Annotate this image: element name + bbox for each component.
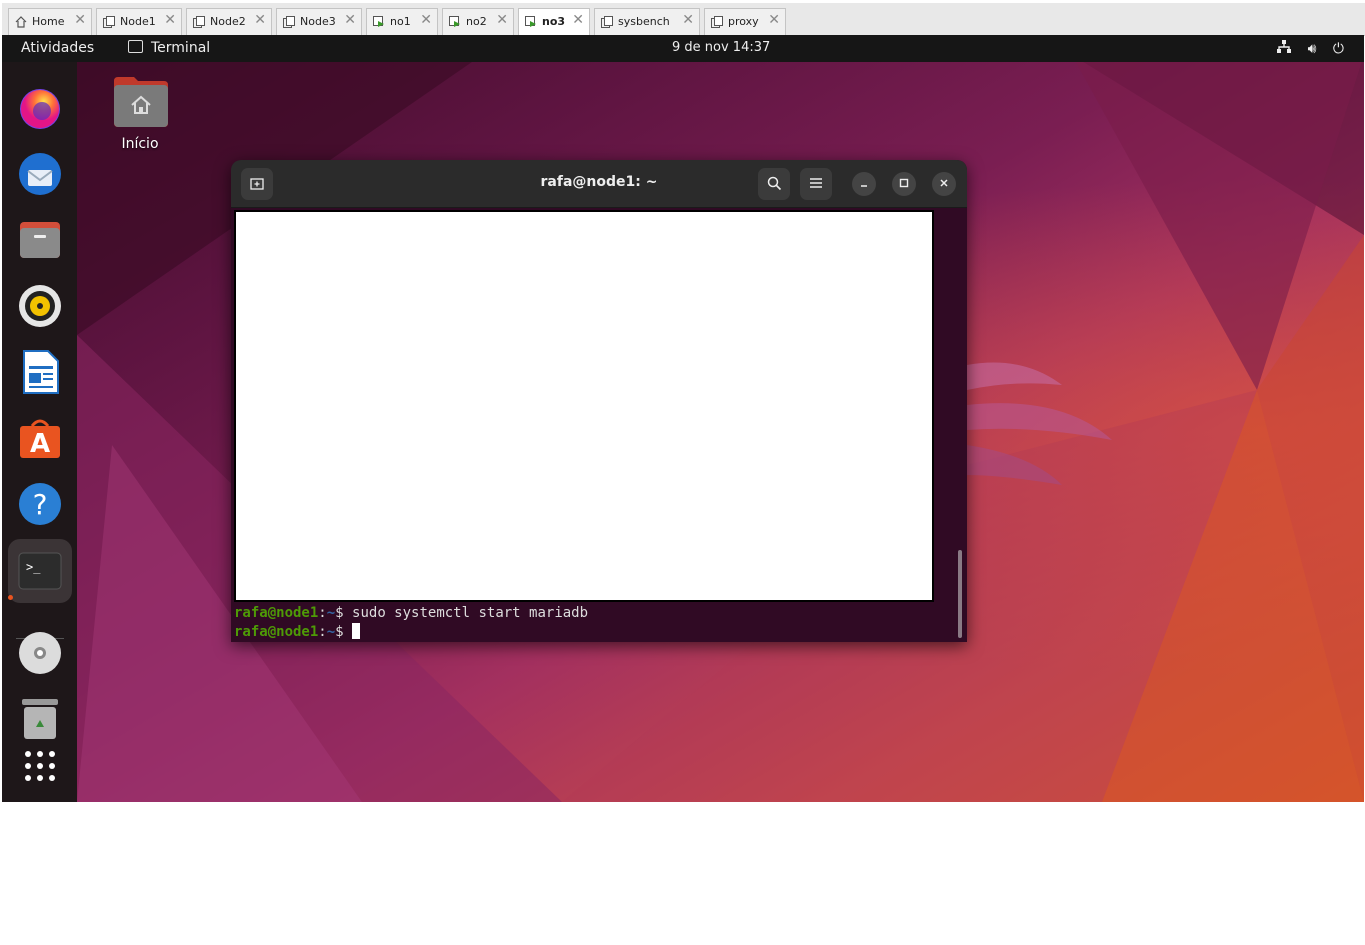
svg-text:?: ? [33, 488, 48, 521]
app-menu[interactable]: Terminal [128, 40, 210, 56]
vm-icon [601, 16, 613, 28]
close-icon[interactable]: ✕ [682, 12, 694, 28]
show-apps-icon[interactable] [16, 742, 64, 790]
terminal-line-2[interactable]: rafa@node1:~$ [234, 623, 361, 640]
svg-text:>_: >_ [26, 560, 41, 574]
app-menu-label: Terminal [151, 40, 211, 56]
search-icon [767, 176, 781, 191]
vm-icon [103, 16, 115, 28]
menu-button[interactable] [800, 168, 832, 200]
tab-node3[interactable]: Node3 ✕ [276, 8, 362, 35]
activities-button[interactable]: Atividades [21, 40, 94, 56]
minimize-button[interactable] [852, 172, 876, 196]
tab-proxy[interactable]: proxy ✕ [704, 8, 786, 35]
files-icon[interactable] [16, 216, 64, 264]
vm-running-icon [373, 16, 384, 27]
close-icon[interactable]: ✕ [344, 12, 356, 28]
terminal-blank-region [234, 210, 934, 602]
close-icon[interactable]: ✕ [572, 12, 584, 28]
close-icon[interactable]: ✕ [768, 12, 780, 28]
close-icon[interactable]: ✕ [420, 12, 432, 28]
vm-screen[interactable]: Atividades Terminal 9 de nov 14:37 🔊︎ ⏻ [2, 35, 1364, 802]
home-folder-label: Início [121, 136, 159, 152]
tab-home[interactable]: Home ✕ [8, 8, 92, 35]
home-icon [15, 16, 27, 28]
trash-icon[interactable] [16, 695, 64, 743]
dvd-icon[interactable] [16, 629, 64, 677]
search-button[interactable] [758, 168, 790, 200]
vm-icon [711, 16, 723, 28]
terminal-window[interactable]: rafa@node1: ~ rafa@node1:~$ sudo systemc… [231, 160, 967, 642]
tab-node1[interactable]: Node1 ✕ [96, 8, 182, 35]
top-bar: Atividades Terminal 9 de nov 14:37 🔊︎ ⏻ [2, 35, 1364, 62]
maximize-icon [899, 178, 909, 188]
close-icon[interactable]: ✕ [74, 12, 86, 28]
rhythmbox-icon[interactable] [16, 282, 64, 330]
vm-tab-bar: Home ✕ Node1 ✕ Node2 ✕ Node3 ✕ no1 ✕ no2… [2, 3, 1365, 36]
vm-icon [283, 16, 295, 28]
terminal-command: sudo systemctl start mariadb [352, 605, 589, 621]
running-indicator [8, 595, 13, 600]
svg-text:A: A [30, 429, 50, 459]
terminal-active-highlight[interactable]: >_ [8, 539, 72, 603]
tab-no1[interactable]: no1 ✕ [366, 8, 438, 35]
tab-sysbench[interactable]: sysbench ✕ [594, 8, 700, 35]
close-icon[interactable]: ✕ [496, 12, 508, 28]
close-button[interactable] [932, 172, 956, 196]
terminal-icon: >_ [18, 552, 62, 590]
vm-running-icon [449, 16, 460, 27]
terminal-cursor [352, 623, 361, 639]
thunderbird-icon[interactable] [16, 150, 64, 198]
tab-no3[interactable]: no3 ✕ [518, 8, 590, 35]
tab-node2[interactable]: Node2 ✕ [186, 8, 272, 35]
vm-icon [193, 16, 205, 28]
volume-icon: 🔊︎ [1307, 41, 1317, 57]
close-icon [940, 179, 948, 187]
system-tray[interactable]: 🔊︎ ⏻ [1265, 40, 1344, 57]
maximize-button[interactable] [892, 172, 916, 196]
close-icon[interactable]: ✕ [164, 12, 176, 28]
app-center-icon[interactable]: A [16, 414, 64, 462]
terminal-scrollbar[interactable] [958, 550, 962, 638]
network-icon [1277, 40, 1292, 57]
tab-no2[interactable]: no2 ✕ [442, 8, 514, 35]
hamburger-icon [810, 178, 822, 188]
firefox-icon[interactable] [16, 84, 64, 132]
help-icon[interactable]: ? [16, 480, 64, 528]
libreoffice-writer-icon[interactable] [16, 348, 64, 396]
power-icon: ⏻ [1332, 41, 1344, 57]
clock[interactable]: 9 de nov 14:37 [672, 40, 770, 55]
close-icon[interactable]: ✕ [254, 12, 266, 28]
terminal-line-1: rafa@node1:~$ sudo systemctl start maria… [234, 605, 589, 621]
terminal-header-bar[interactable]: rafa@node1: ~ [231, 160, 967, 208]
minimize-icon [861, 185, 867, 187]
dock: A ? >_ [2, 62, 77, 802]
terminal-icon [128, 40, 143, 53]
vm-running-icon [525, 16, 536, 27]
home-folder-icon[interactable] [112, 75, 168, 133]
